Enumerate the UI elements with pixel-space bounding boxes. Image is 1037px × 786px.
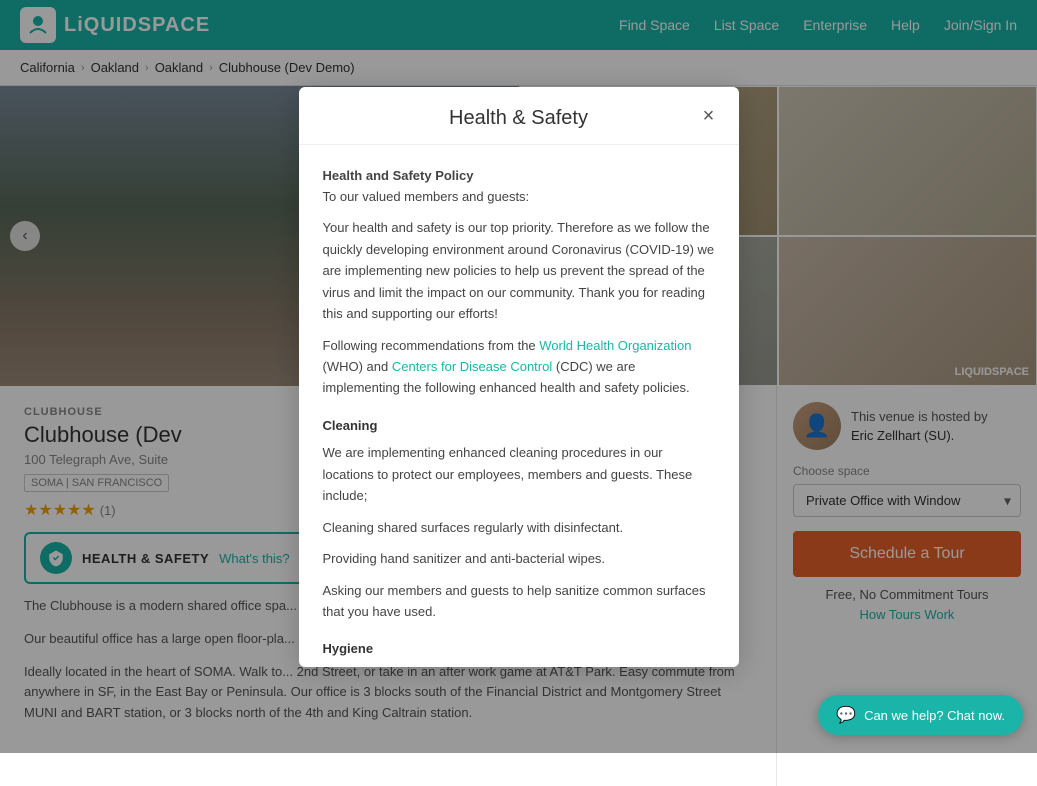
cleaning-text: We are implementing enhanced cleaning pr…	[323, 442, 715, 506]
modal-intro: To our valued members and guests:	[323, 186, 715, 207]
cleaning-item-1: Cleaning shared surfaces regularly with …	[323, 517, 715, 538]
cleaning-item-2: Providing hand sanitizer and anti-bacter…	[323, 548, 715, 569]
modal-close-button[interactable]: ×	[695, 103, 723, 131]
modal-para2-prefix: Following recommendations from the	[323, 338, 540, 353]
modal-para2-mid: (WHO) and	[323, 359, 392, 374]
modal-para1: Your health and safety is our top priori…	[323, 217, 715, 324]
modal-overlay[interactable]: Health & Safety × Health and Safety Poli…	[0, 0, 1037, 753]
hygiene-text: Please follow these important guidelines…	[323, 666, 715, 667]
hygiene-heading: Hygiene	[323, 638, 715, 659]
health-safety-modal: Health & Safety × Health and Safety Poli…	[299, 87, 739, 667]
modal-title: Health & Safety	[449, 107, 588, 130]
chat-label: Can we help? Chat now.	[864, 708, 1005, 723]
modal-body: Health and Safety Policy To our valued m…	[299, 145, 739, 667]
modal-header: Health & Safety ×	[299, 87, 739, 145]
policy-heading: Health and Safety Policy	[323, 168, 474, 183]
modal-para2: Following recommendations from the World…	[323, 335, 715, 399]
chat-bubble[interactable]: 💬 Can we help? Chat now.	[818, 695, 1023, 735]
chat-icon: 💬	[836, 705, 856, 725]
cdc-link[interactable]: Centers for Disease Control	[392, 359, 552, 374]
cleaning-heading: Cleaning	[323, 415, 715, 436]
cleaning-item-3: Asking our members and guests to help sa…	[323, 580, 715, 623]
who-link[interactable]: World Health Organization	[539, 338, 691, 353]
